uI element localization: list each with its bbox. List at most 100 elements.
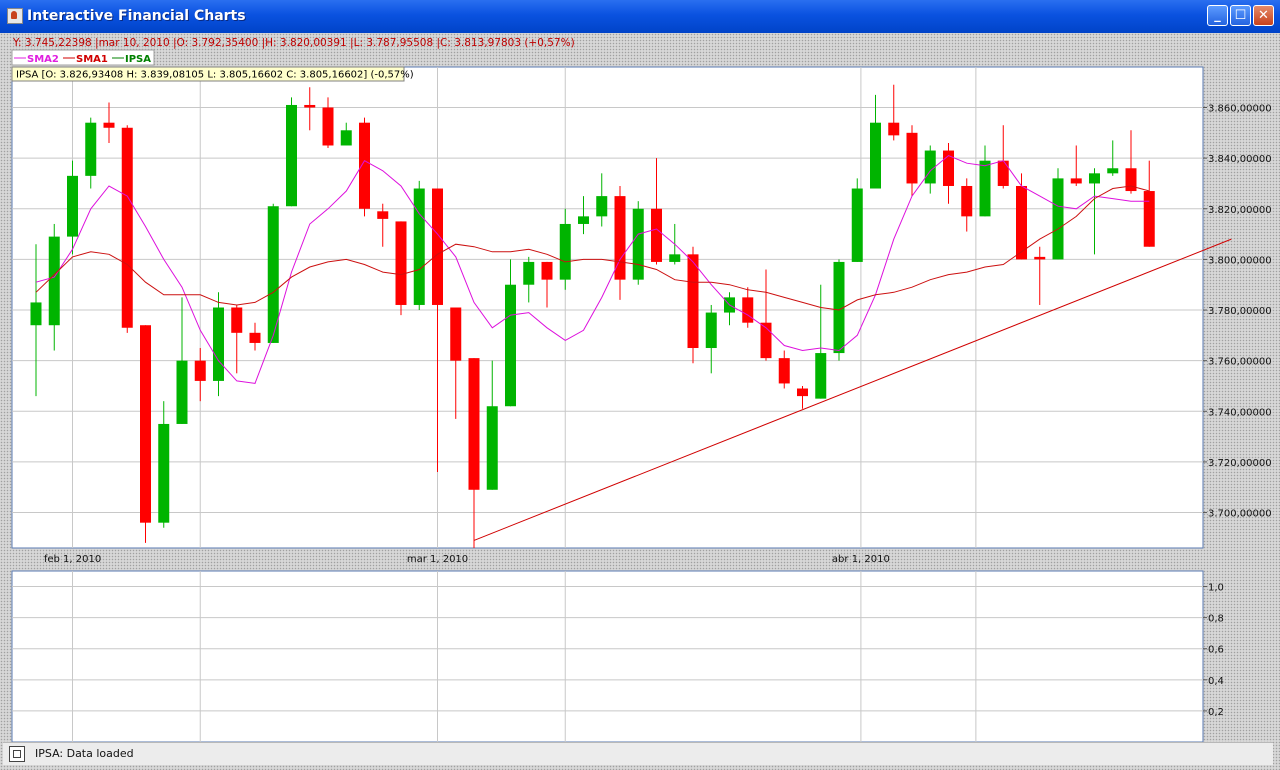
candle-body (121, 127, 133, 328)
candle-body (1070, 178, 1082, 184)
indicator-y-tick-label: 1,0 (1208, 583, 1224, 594)
candle-body (340, 130, 352, 146)
maximize-button[interactable]: ☐ (1230, 5, 1251, 26)
candle-body (48, 236, 60, 326)
legend-label-ipsa: IPSA (125, 54, 151, 65)
window-icon (9, 746, 25, 762)
y-tick-label: 3.780,00000 (1208, 306, 1272, 317)
legend-label-sma2: SMA2 (27, 54, 59, 65)
minimize-button[interactable]: _ (1207, 5, 1228, 26)
candle-body (596, 196, 608, 217)
candle-body (450, 307, 462, 361)
candle (851, 178, 863, 262)
candle-body (158, 423, 170, 523)
candle-body (870, 122, 881, 189)
client-area: Y: 3.745,22398 |mar 10, 2010 |O: 3.792,3… (0, 33, 1280, 770)
window-title: Interactive Financial Charts (27, 8, 246, 24)
candle (213, 292, 224, 397)
x-tick-label: feb 1, 2010 (44, 554, 101, 565)
candle-body (651, 208, 662, 262)
candle-body (778, 358, 790, 384)
candle-body (1107, 168, 1119, 174)
candle (140, 325, 151, 543)
candle (395, 221, 407, 316)
candle (687, 246, 699, 364)
candle-body (486, 406, 498, 490)
candle-body (140, 325, 151, 523)
candle-body (541, 261, 553, 280)
candle-body (359, 122, 370, 209)
candle-body (1143, 191, 1155, 247)
maximize-icon: ☐ (1234, 8, 1247, 23)
candle-body (669, 254, 681, 262)
indicator-chart-panel[interactable] (11, 570, 1204, 743)
y-tick-label: 3.860,00000 (1208, 104, 1272, 115)
candle-body (395, 221, 407, 305)
y-tick-label: 3.800,00000 (1208, 255, 1272, 266)
indicator-y-tick-label: 0,8 (1208, 614, 1224, 625)
candle (286, 97, 297, 207)
ohlc-info-text: IPSA [O: 3.826,93408 H: 3.839,08105 L: 3… (16, 70, 414, 81)
indicator-y-tick-label: 0,4 (1208, 676, 1224, 687)
app-icon[interactable] (7, 8, 23, 24)
candle-body (322, 107, 334, 146)
candle-body (468, 358, 480, 490)
candle-body (559, 223, 571, 280)
candle (413, 180, 425, 311)
candle-body (176, 360, 188, 424)
candle-body (85, 122, 97, 176)
candle (121, 125, 133, 333)
candle-body (505, 284, 516, 407)
candle-body (67, 175, 78, 237)
minimize-icon: _ (1214, 8, 1221, 23)
candle-body (1125, 168, 1137, 192)
candle-body (1034, 256, 1046, 260)
candle-body (705, 312, 717, 349)
y-tick-label: 3.820,00000 (1208, 205, 1272, 216)
x-tick-label: abr 1, 2010 (832, 554, 890, 565)
close-button[interactable]: ✕ (1253, 5, 1274, 26)
candle-body (961, 185, 973, 217)
candle-body (30, 302, 42, 326)
candle (632, 201, 644, 285)
indicator-y-tick-label: 0,6 (1208, 645, 1224, 656)
chart-canvas[interactable]: Y: 3.745,22398 |mar 10, 2010 |O: 3.792,3… (0, 33, 1280, 770)
y-tick-label: 3.740,00000 (1208, 407, 1272, 418)
candle-body (687, 254, 699, 349)
candle-body (906, 132, 918, 184)
candle-body (432, 188, 443, 305)
candle-body (231, 307, 243, 333)
candle-body (851, 188, 863, 262)
legend-label-sma1: SMA1 (76, 54, 108, 65)
close-icon: ✕ (1258, 8, 1269, 23)
candle-body (103, 122, 115, 128)
candle-body (979, 160, 991, 217)
candle-body (413, 188, 425, 305)
candle-body (249, 332, 261, 343)
y-tick-label: 3.700,00000 (1208, 509, 1272, 520)
candle-body (377, 211, 389, 219)
crosshair-info: Y: 3.745,22398 |mar 10, 2010 |O: 3.792,3… (12, 37, 575, 49)
candle-body (1052, 178, 1064, 260)
candle-body (194, 360, 206, 381)
candle-body (1089, 173, 1100, 184)
y-tick-label: 3.840,00000 (1208, 154, 1272, 165)
candle-body (815, 353, 827, 399)
candle-body (286, 104, 297, 207)
window-title-bar[interactable]: Interactive Financial Charts _ ☐ ✕ (0, 0, 1280, 34)
ohlc-info-box: IPSA [O: 3.826,93408 H: 3.839,08105 L: 3… (11, 66, 414, 82)
candle-body (213, 307, 224, 381)
indicator-y-tick-label: 0,2 (1208, 707, 1224, 718)
candle-body (797, 388, 808, 397)
legend[interactable]: SMA2 SMA1 IPSA (11, 49, 155, 66)
candle-body (304, 104, 316, 108)
candle (1052, 168, 1064, 260)
candle-body (523, 261, 535, 285)
candle-body (578, 216, 589, 224)
candle-body (632, 208, 644, 280)
status-text: IPSA: Data loaded (35, 747, 134, 760)
candle-body (997, 160, 1009, 186)
y-tick-label: 3.720,00000 (1208, 458, 1272, 469)
candle-body (888, 122, 900, 136)
candle-body (1016, 185, 1027, 260)
